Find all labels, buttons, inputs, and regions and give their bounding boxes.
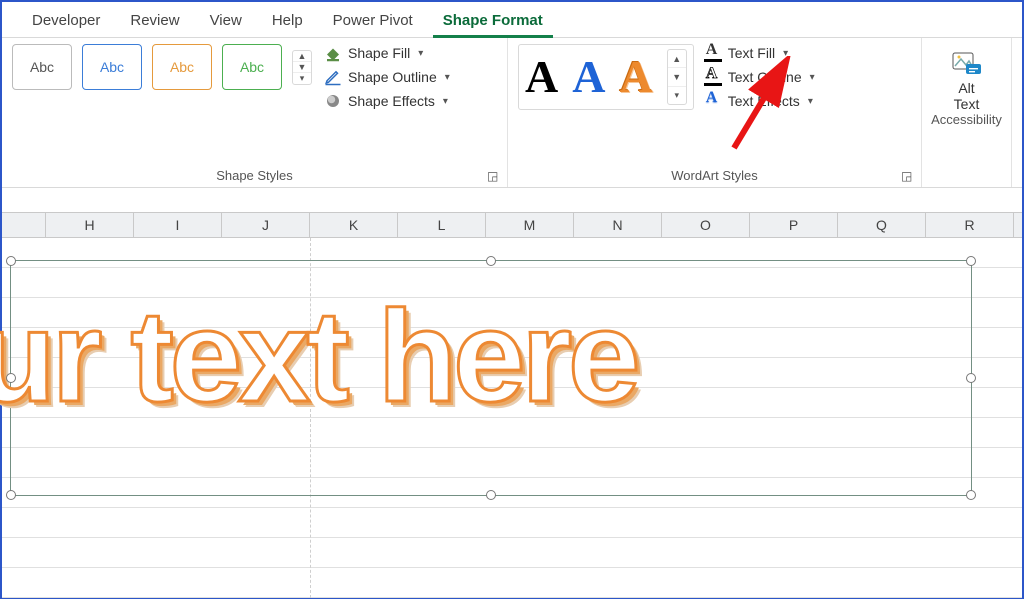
dialog-launcher-wordart-styles[interactable]: ◲ (901, 169, 915, 183)
col-header-J[interactable]: J (222, 213, 310, 237)
shape-fill-button[interactable]: Shape Fill ▾ (324, 44, 450, 62)
col-header-K[interactable]: K (310, 213, 398, 237)
spreadsheet: H I J K L M N O P Q R our text here (2, 188, 1022, 598)
chevron-down-icon: ▾ (443, 96, 448, 107)
group-label-wordart-styles: WordArt Styles (671, 168, 757, 183)
text-effects-icon (704, 92, 722, 110)
shape-style-thumb-4[interactable]: Abc (222, 44, 282, 90)
resize-handle-bm[interactable] (486, 490, 496, 500)
shape-styles-gallery[interactable]: Abc Abc Abc Abc ▲ ▼ ▾ (12, 44, 312, 90)
shape-styles-gallery-nav[interactable]: ▲ ▼ ▾ (292, 50, 312, 85)
tab-developer[interactable]: Developer (22, 8, 110, 37)
wordart-style-3[interactable]: A (619, 54, 652, 100)
resize-handle-mr[interactable] (966, 373, 976, 383)
chevron-down-icon: ▾ (445, 72, 450, 83)
text-fill-label: Text Fill (728, 45, 775, 61)
cell-grid[interactable]: our text here (2, 238, 1022, 598)
paint-bucket-icon (324, 44, 342, 62)
wordart-styles-gallery[interactable]: A A A ▲ ▼ ▾ (518, 44, 694, 110)
alt-text-button[interactable]: Alt Text (952, 50, 982, 112)
chevron-down-icon: ▾ (808, 96, 813, 107)
text-fill-icon (704, 44, 722, 62)
gallery-down-icon[interactable]: ▼ (668, 68, 686, 86)
tab-help[interactable]: Help (262, 8, 313, 37)
group-accessibility: Alt Text Accessibility (922, 38, 1012, 187)
col-header-M[interactable]: M (486, 213, 574, 237)
col-header-O[interactable]: O (662, 213, 750, 237)
chevron-down-icon: ▾ (783, 48, 788, 59)
shape-effects-button[interactable]: Shape Effects ▾ (324, 92, 450, 110)
wordart-gallery-nav[interactable]: ▲ ▼ ▾ (667, 49, 687, 105)
resize-handle-bl[interactable] (6, 490, 16, 500)
tab-review[interactable]: Review (120, 8, 189, 37)
col-header-N[interactable]: N (574, 213, 662, 237)
wordart-style-1[interactable]: A (525, 54, 558, 100)
resize-handle-tl[interactable] (6, 256, 16, 266)
text-outline-button[interactable]: Text Outline ▾ (704, 68, 815, 86)
wordart-text[interactable]: our text here (0, 291, 636, 421)
tab-view[interactable]: View (200, 8, 252, 37)
dialog-launcher-shape-styles[interactable]: ◲ (487, 169, 501, 183)
column-headers: H I J K L M N O P Q R (2, 212, 1022, 238)
text-effects-label: Text Effects (728, 93, 800, 109)
group-wordart-styles: A A A ▲ ▼ ▾ Text Fill ▾ Text Outline (508, 38, 922, 187)
col-header-H[interactable]: H (46, 213, 134, 237)
gallery-up-icon[interactable]: ▲ (293, 51, 311, 62)
ribbon-body: Abc Abc Abc Abc ▲ ▼ ▾ Shape Fill ▾ (2, 38, 1022, 188)
ribbon-tabs: Developer Review View Help Power Pivot S… (2, 2, 1022, 38)
col-header-Q[interactable]: Q (838, 213, 926, 237)
chevron-down-icon: ▾ (810, 72, 815, 83)
shape-style-thumb-2[interactable]: Abc (82, 44, 142, 90)
chevron-down-icon: ▾ (418, 48, 423, 59)
shape-style-thumb-1[interactable]: Abc (12, 44, 72, 90)
alt-text-icon (952, 50, 982, 76)
resize-handle-br[interactable] (966, 490, 976, 500)
pencil-outline-icon (324, 68, 342, 86)
shape-effects-icon (324, 92, 342, 110)
text-effects-button[interactable]: Text Effects ▾ (704, 92, 815, 110)
group-label-shape-styles: Shape Styles (216, 168, 293, 183)
gallery-more-icon[interactable]: ▾ (668, 87, 686, 104)
tab-shape-format[interactable]: Shape Format (433, 8, 553, 38)
gallery-down-icon[interactable]: ▼ (293, 62, 311, 73)
shape-outline-button[interactable]: Shape Outline ▾ (324, 68, 450, 86)
group-shape-styles: Abc Abc Abc Abc ▲ ▼ ▾ Shape Fill ▾ (2, 38, 508, 187)
tab-power-pivot[interactable]: Power Pivot (323, 8, 423, 37)
resize-handle-tr[interactable] (966, 256, 976, 266)
wordart-object[interactable]: our text here (10, 260, 972, 496)
text-fill-button[interactable]: Text Fill ▾ (704, 44, 815, 62)
shape-fill-label: Shape Fill (348, 45, 410, 61)
shape-style-thumb-3[interactable]: Abc (152, 44, 212, 90)
gallery-up-icon[interactable]: ▲ (668, 50, 686, 68)
group-label-accessibility: Accessibility (931, 112, 1002, 127)
gallery-more-icon[interactable]: ▾ (293, 73, 311, 84)
wordart-style-2[interactable]: A (572, 54, 605, 100)
col-header-P[interactable]: P (750, 213, 838, 237)
shape-outline-label: Shape Outline (348, 69, 437, 85)
resize-handle-tm[interactable] (486, 256, 496, 266)
select-all-corner[interactable] (2, 213, 46, 237)
col-header-L[interactable]: L (398, 213, 486, 237)
col-header-I[interactable]: I (134, 213, 222, 237)
shape-effects-label: Shape Effects (348, 93, 435, 109)
text-outline-label: Text Outline (728, 69, 802, 85)
resize-handle-ml[interactable] (6, 373, 16, 383)
alt-text-label: Alt Text (954, 80, 980, 112)
text-outline-icon (704, 68, 722, 86)
col-header-R[interactable]: R (926, 213, 1014, 237)
